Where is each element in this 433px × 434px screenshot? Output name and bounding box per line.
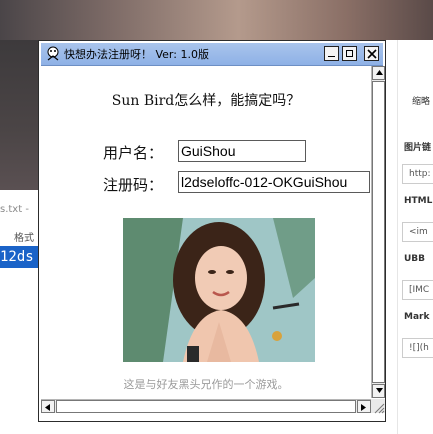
app-icon [45,46,61,62]
arrow-right-icon [361,404,366,411]
regcode-label: 注册码： [103,176,164,194]
vertical-scroll-thumb[interactable] [372,81,385,383]
right-panel-ubb-label: UBB [404,254,426,264]
regcode-input[interactable]: l2dseloffc-012-OKGuiShou [178,171,370,193]
right-panel-http-field[interactable]: http: [402,164,433,184]
right-panel-markdown-field[interactable]: ![](h [402,338,433,358]
scroll-left-button[interactable] [41,400,55,413]
question-text: Sun Bird怎么样，能搞定吗？ [111,93,301,109]
right-panel-markdown-label: Mark [404,312,430,322]
username-label: 用户名： [103,144,164,162]
right-panel-ubb-field[interactable]: [IMC [402,280,433,300]
right-panel-html-label: HTML [404,196,433,206]
background-format-label[interactable]: 格式 [14,229,34,244]
right-panel-thumbnail-label: 缩略 [412,97,431,107]
scroll-right-button[interactable] [357,400,371,413]
arrow-up-icon [376,70,383,75]
horizontal-scrollbar[interactable] [41,399,371,413]
registration-dialog: 快想办法注册呀！ Ver: 1.0版 Sun Bird怎么样，能搞定吗？ 用户名… [38,40,386,422]
vertical-scrollbar[interactable] [371,66,385,398]
username-input[interactable]: GuiShou [178,140,306,162]
caption-text: 这是与好友黑头兄作的一个游戏。 [123,378,289,391]
close-icon [367,49,377,59]
scroll-down-button[interactable] [372,384,385,398]
close-button[interactable] [364,46,379,61]
scroll-up-button[interactable] [372,66,385,80]
resize-grip-icon [374,403,385,414]
horizontal-scroll-thumb[interactable] [56,400,356,413]
title-bar[interactable]: 快想办法注册呀！ Ver: 1.0版 [41,43,383,66]
portrait-photo [123,218,315,362]
arrow-left-icon [45,404,50,411]
background-photo [0,0,433,40]
right-panel-image-link-label: 图片链 [404,143,432,153]
maximize-button[interactable] [342,46,357,61]
window-title: 快想办法注册呀！ Ver: 1.0版 [64,48,209,61]
arrow-down-icon [376,388,383,393]
resize-grip[interactable] [371,399,385,414]
minimize-button[interactable] [324,46,339,61]
background-selected-text[interactable]: 12ds [0,246,38,268]
background-left-photo [0,40,38,190]
right-panel-html-field[interactable]: <im [402,222,433,242]
dialog-content: Sun Bird怎么样，能搞定吗？ 用户名： GuiShou 注册码： l2ds… [41,66,371,398]
background-filename: s.txt - [0,204,29,215]
